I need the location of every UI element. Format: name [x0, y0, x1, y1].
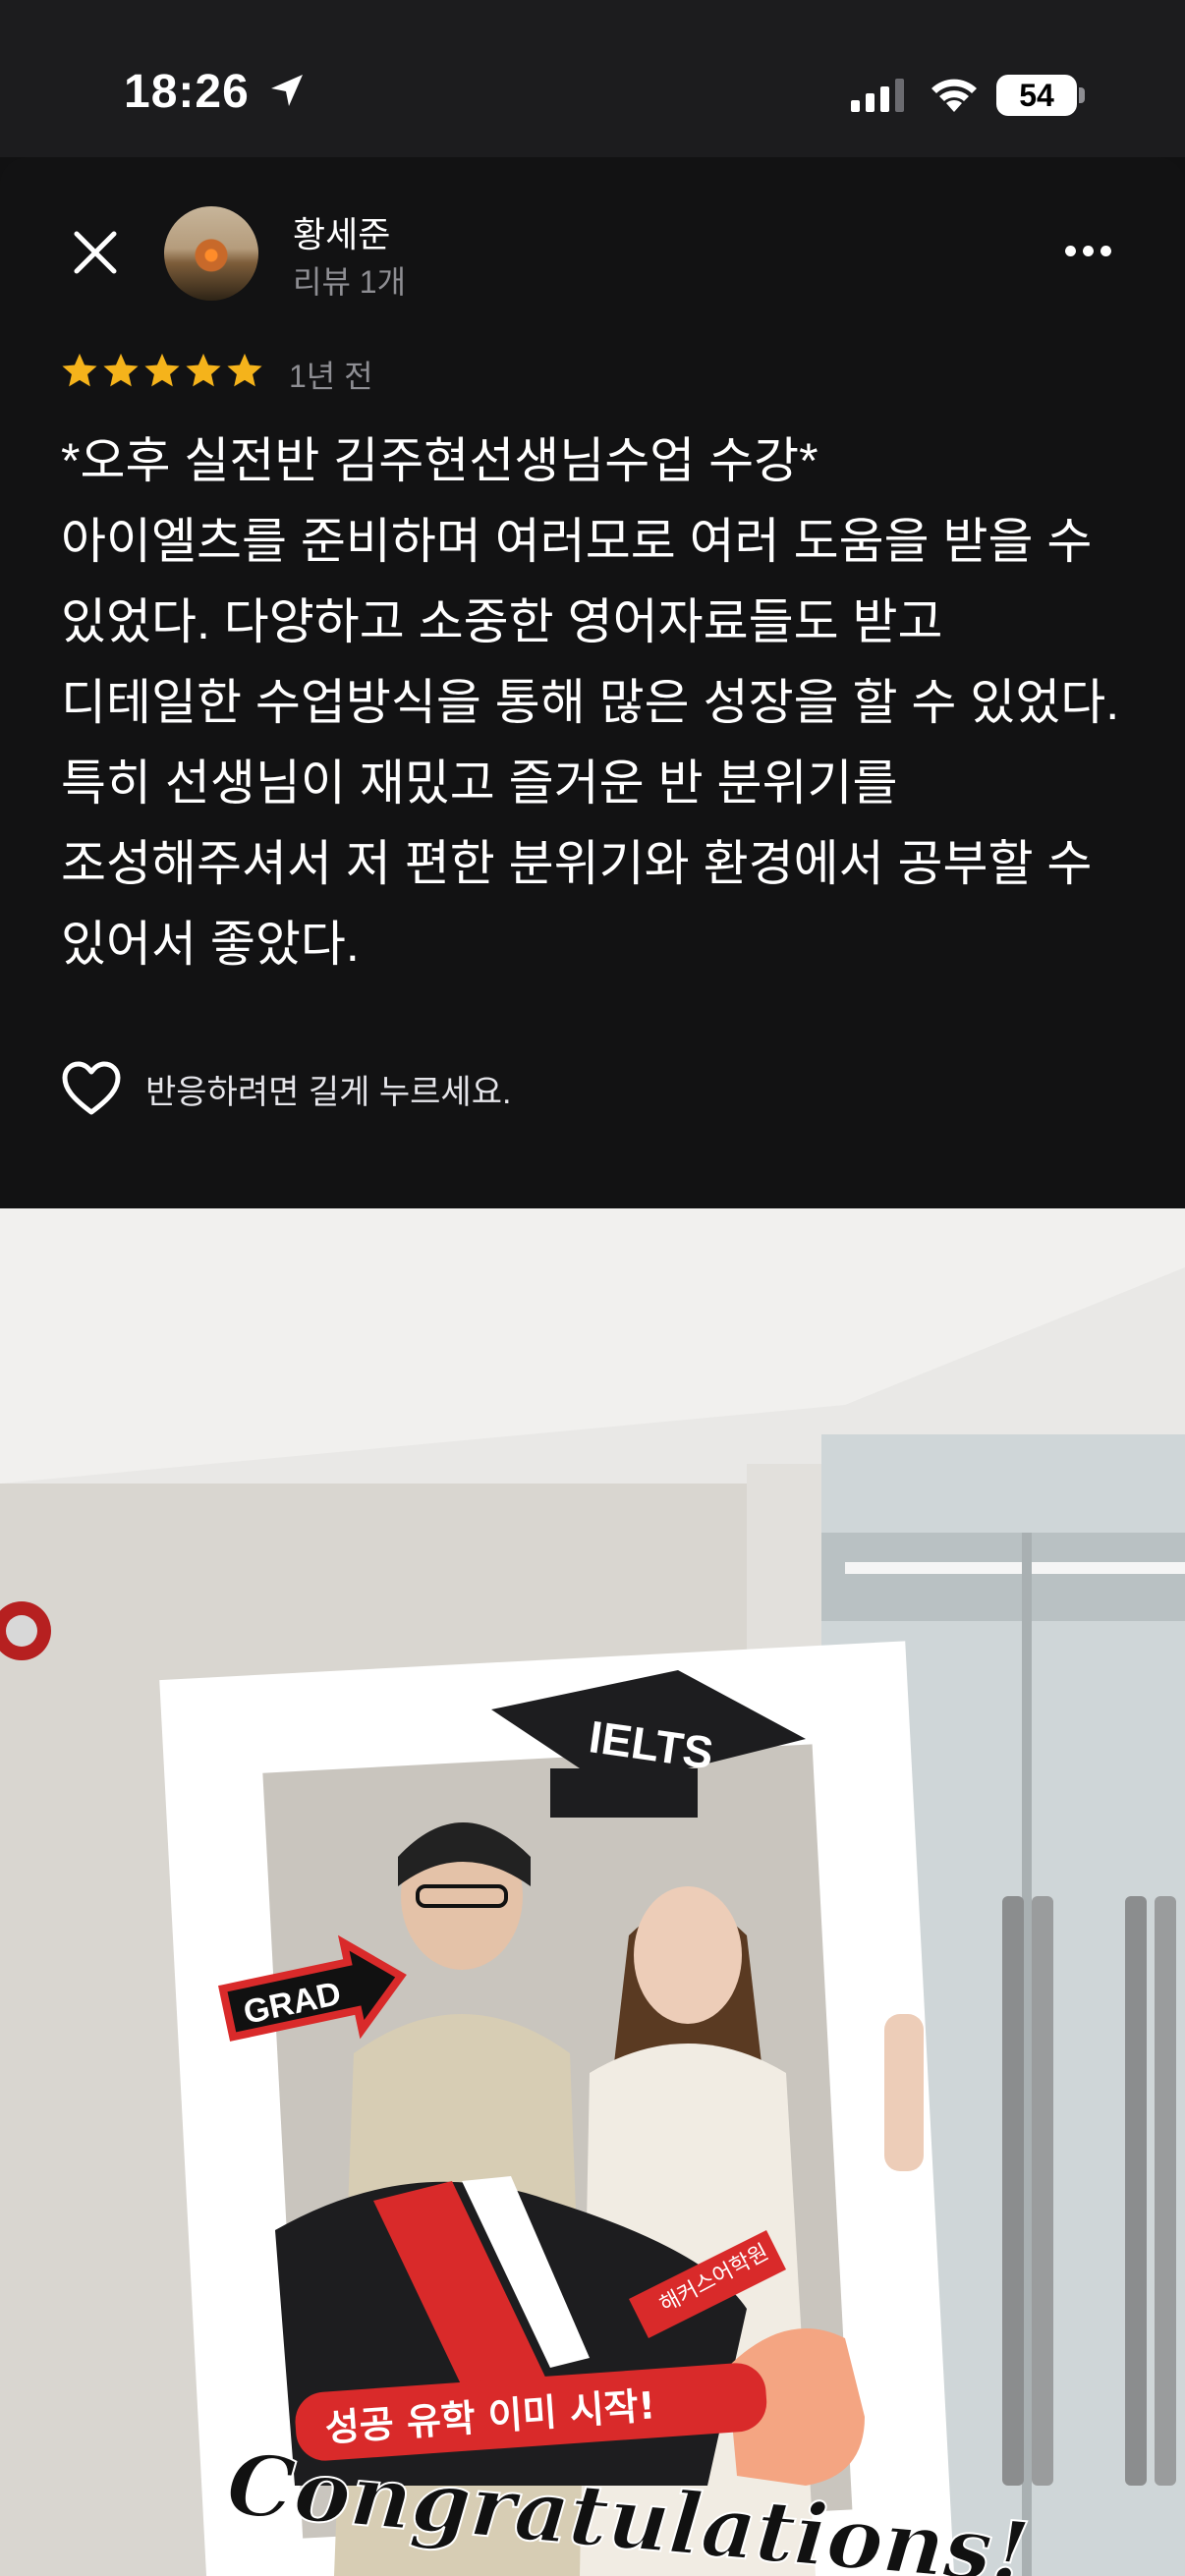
review-date: 1년 전 [289, 359, 373, 394]
status-bar: 18:26 54 [0, 0, 1185, 157]
review-paragraph: 아이엘츠를 준비하며 여러모로 여러 도움을 받을 수 있었다. 다양하고 소중… [61, 514, 1120, 972]
battery-tip [1079, 87, 1085, 103]
author-review-count: 리뷰 1개 [293, 264, 407, 300]
star-icon [186, 353, 221, 387]
review-photo[interactable]: IELTS GRAD 해커스어학원 성공 유학 이미 시작! Congratul… [0, 1208, 1185, 2576]
more-options-icon[interactable] [1065, 246, 1111, 256]
wifi-icon [931, 79, 977, 112]
avatar[interactable] [164, 206, 258, 301]
heart-icon[interactable] [61, 1061, 122, 1116]
reaction-hint-label: 반응하려면 길게 누르세요. [145, 1073, 512, 1111]
author-name[interactable]: 황세준 [293, 206, 390, 257]
close-icon[interactable] [71, 228, 120, 277]
review-text: *오후 실전반 김주현선생님수업 수강* 아이엘츠를 준비하며 여러모로 여러 … [61, 420, 1132, 984]
reaction-hint[interactable]: 반응하려면 길게 누르세요. [61, 1061, 511, 1116]
star-rating [61, 352, 263, 389]
photo-illustration: IELTS GRAD 해커스어학원 성공 유학 이미 시작! Congratul… [0, 1208, 1185, 2576]
review-paragraph: *오후 실전반 김주현선생님수업 수강* [61, 433, 818, 488]
battery-icon: 54 [996, 75, 1077, 116]
star-icon [103, 353, 139, 387]
star-icon [227, 353, 262, 387]
star-icon [144, 353, 180, 387]
status-time: 18:26 [124, 66, 250, 118]
star-icon [62, 353, 97, 387]
cellular-signal-icon [851, 79, 904, 112]
location-arrow-icon [271, 75, 303, 106]
